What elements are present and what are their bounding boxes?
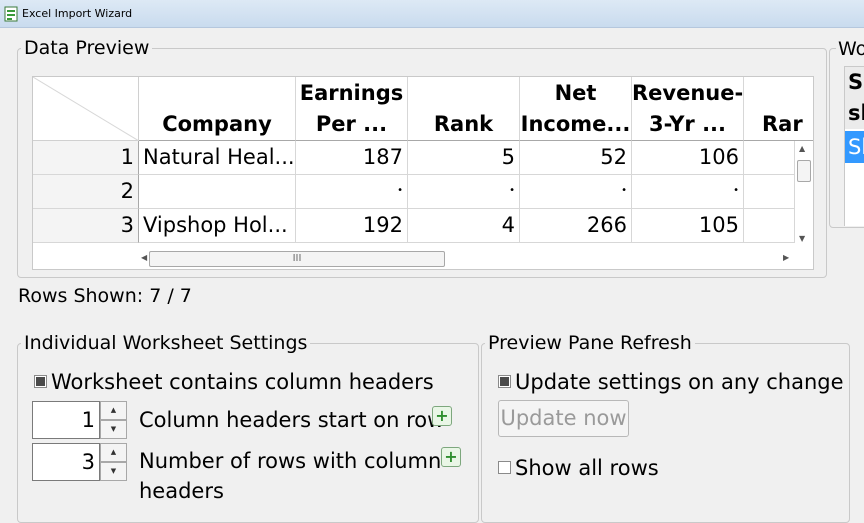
table-cell[interactable]: 5 [408, 141, 520, 175]
worksheet-settings-legend: Individual Worksheet Settings [24, 332, 308, 354]
column-header-rank-2[interactable]: Rar [744, 77, 813, 141]
contains-headers-label: Worksheet contains column headers [51, 370, 434, 394]
table-cell[interactable]: 192 [296, 209, 408, 243]
update-any-change-checkbox-row[interactable]: Update settings on any change [498, 369, 844, 395]
row-number[interactable]: 1 [33, 141, 139, 175]
title-bar: Excel Import Wizard [0, 0, 864, 28]
update-any-change-checkbox[interactable] [498, 374, 511, 388]
contains-headers-checkbox-row[interactable]: Worksheet contains column headers [34, 369, 434, 395]
window-title: Excel Import Wizard [22, 7, 133, 20]
excel-app-icon [4, 6, 18, 26]
column-header-revenue-3yr[interactable]: Revenue- 3-Yr ... [632, 77, 744, 141]
spin-up-button[interactable]: ▲ [100, 443, 127, 462]
worksheet-item-selected[interactable]: Sh [845, 131, 864, 163]
header-rows-spinner[interactable]: 3 ▲ ▼ [32, 443, 127, 481]
header-rows-input[interactable]: 3 [32, 443, 100, 481]
preview-refresh-legend: Preview Pane Refresh [488, 332, 692, 354]
table-cell[interactable]: 4 [408, 209, 520, 243]
table-cell[interactable]: 105 [632, 209, 744, 243]
header-rows-plus-button[interactable]: + [441, 447, 461, 467]
update-now-button[interactable]: Update now [498, 400, 629, 437]
row-number[interactable]: 3 [33, 209, 139, 243]
horizontal-scroll-thumb[interactable]: III [149, 251, 445, 267]
contains-headers-checkbox[interactable] [34, 374, 47, 388]
scroll-up-arrow-icon[interactable]: ▲ [799, 144, 805, 153]
table-cell[interactable]: • [632, 175, 744, 209]
show-all-rows-checkbox-row[interactable]: Show all rows [498, 455, 659, 481]
data-preview-grid[interactable]: Company Earnings Per ... Rank Net Income… [32, 76, 814, 270]
update-any-change-label: Update settings on any change [515, 370, 844, 394]
worksheets-list-header[interactable]: Se sh [845, 67, 864, 129]
table-cell[interactable]: • [296, 175, 408, 209]
data-preview-legend: Data Preview [24, 37, 150, 59]
column-header-rank[interactable]: Rank [408, 77, 520, 141]
table-cell[interactable] [744, 209, 795, 243]
scroll-right-arrow-icon[interactable]: ▶ [783, 253, 789, 262]
column-header-company[interactable]: Company [139, 77, 296, 141]
table-cell[interactable]: • [408, 175, 520, 209]
show-all-rows-checkbox[interactable] [498, 460, 511, 474]
column-header-earnings-per[interactable]: Earnings Per ... [296, 77, 408, 141]
header-start-label: Column headers start on row [139, 408, 445, 432]
header-rows-label: Number of rows with column headers [139, 449, 442, 503]
table-cell[interactable] [744, 141, 795, 175]
show-all-rows-label: Show all rows [515, 456, 659, 480]
header-start-input[interactable]: 1 [32, 401, 100, 439]
scroll-down-arrow-icon[interactable]: ▼ [799, 234, 805, 243]
header-start-spinner[interactable]: 1 ▲ ▼ [32, 401, 127, 439]
worksheets-panel-title: Wo [836, 38, 864, 60]
table-cell[interactable] [744, 175, 795, 209]
horizontal-scrollbar[interactable]: ◀ III ▶ [139, 250, 795, 268]
spin-up-button[interactable]: ▲ [100, 401, 127, 420]
table-cell[interactable]: 52 [520, 141, 632, 175]
rows-shown-label: Rows Shown: 7 / 7 [18, 285, 192, 307]
vertical-scroll-thumb[interactable] [797, 160, 811, 182]
table-cell[interactable]: • [520, 175, 632, 209]
table-cell[interactable] [139, 175, 296, 209]
scroll-left-arrow-icon[interactable]: ◀ [141, 253, 147, 262]
table-cell[interactable]: 106 [632, 141, 744, 175]
table-cell[interactable]: 266 [520, 209, 632, 243]
row-number[interactable]: 2 [33, 175, 139, 209]
table-cell[interactable]: Natural Heal... [139, 141, 296, 175]
spin-down-button[interactable]: ▼ [100, 462, 127, 481]
column-header-net-income[interactable]: Net Income... [520, 77, 632, 141]
table-cell[interactable]: Vipshop Hol... [139, 209, 296, 243]
table-cell[interactable]: 187 [296, 141, 408, 175]
worksheets-list[interactable]: Se sh Sh [844, 66, 864, 226]
header-start-plus-button[interactable]: + [432, 406, 452, 426]
grid-corner[interactable] [33, 77, 140, 142]
vertical-scrollbar[interactable]: ▲ ▼ [795, 142, 813, 248]
spin-down-button[interactable]: ▼ [100, 420, 127, 439]
data-preview-group: Data Preview Company Earnings Per ... Ra… [17, 38, 827, 278]
